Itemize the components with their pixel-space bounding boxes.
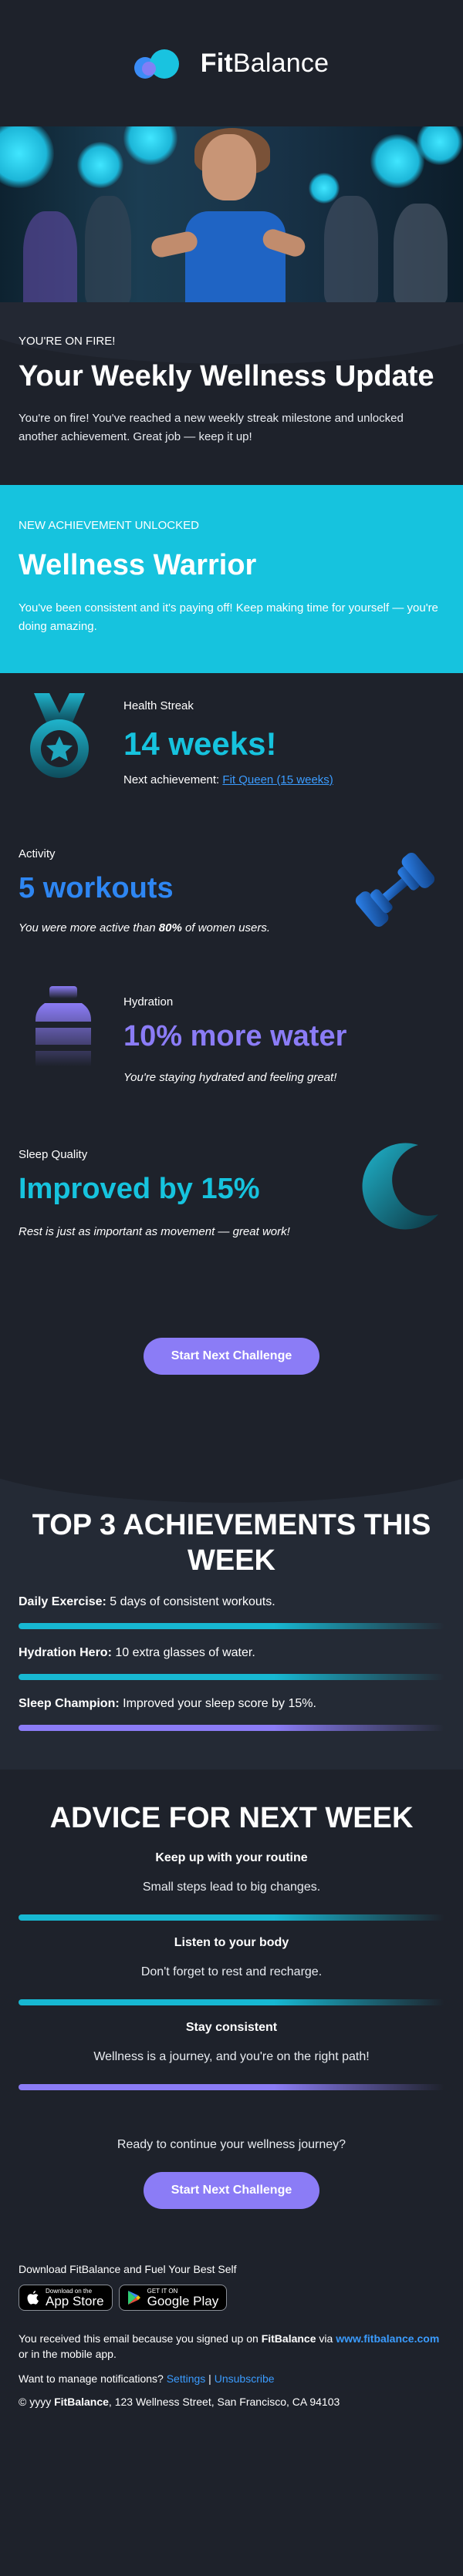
achievement-title: Wellness Warrior bbox=[19, 549, 257, 581]
sleep-block: Sleep Quality Improved by 15% Rest is ju… bbox=[0, 1143, 463, 1338]
advice-item: Listen to your body Don't forget to rest… bbox=[19, 1936, 444, 2005]
achievement-item: Hydration Hero: 10 extra glasses of wate… bbox=[19, 1646, 444, 1680]
medal-icon bbox=[30, 693, 89, 778]
health-streak-block: Health Streak 14 weeks! Next achievement… bbox=[0, 673, 463, 847]
water-bottle-icon bbox=[35, 986, 91, 1066]
google-play-badge[interactable]: GET IT ON Google Play bbox=[118, 2285, 228, 2311]
activity-value: 5 workouts bbox=[19, 872, 174, 904]
fitbalance-logo-icon bbox=[133, 48, 193, 79]
closing-text: Ready to continue your wellness journey? bbox=[117, 2138, 346, 2151]
brand-logo-text[interactable]: FitBalance bbox=[201, 49, 329, 79]
hero-image bbox=[0, 126, 463, 302]
activity-label: Activity bbox=[19, 847, 56, 860]
next-achievement: Next achievement: Fit Queen (15 weeks) bbox=[123, 773, 333, 786]
apple-icon bbox=[27, 2291, 39, 2305]
achievement-progress-bar bbox=[19, 1623, 444, 1629]
advice-item: Keep up with your routine Small steps le… bbox=[19, 1851, 444, 1921]
unsubscribe-link[interactable]: Unsubscribe bbox=[215, 2372, 275, 2385]
achievement-text: You've been consistent and it's paying o… bbox=[19, 601, 438, 633]
next-achievement-link[interactable]: Fit Queen (15 weeks) bbox=[222, 773, 333, 786]
top-achievements-section: TOP 3 ACHIEVEMENTS THIS WEEK Daily Exerc… bbox=[0, 1449, 463, 1770]
hydration-block: Hydration 10% more water You're staying … bbox=[0, 986, 463, 1148]
achievement-kicker: NEW ACHIEVEMENT UNLOCKED bbox=[19, 519, 199, 532]
streak-value: 14 weeks! bbox=[123, 726, 277, 762]
intro-text: You're on fire! You've reached a new wee… bbox=[19, 412, 404, 443]
hydration-label: Hydration bbox=[123, 995, 174, 1009]
top-achievements-title: TOP 3 ACHIEVEMENTS THIS WEEK bbox=[32, 1509, 431, 1577]
app-store-badge[interactable]: Download on the App Store bbox=[19, 2285, 113, 2311]
achievement-item: Sleep Champion: Improved your sleep scor… bbox=[19, 1697, 444, 1731]
achievement-progress-bar bbox=[19, 1674, 444, 1680]
sleep-sub: Rest is just as important as movement — … bbox=[19, 1225, 290, 1238]
achievement-progress-bar bbox=[19, 1725, 444, 1731]
intro-kicker: YOU'RE ON FIRE! bbox=[19, 335, 116, 348]
hydration-sub: You're staying hydrated and feeling grea… bbox=[123, 1071, 337, 1084]
moon-icon bbox=[362, 1143, 438, 1230]
download-text: Download FitBalance and Fuel Your Best S… bbox=[19, 2263, 237, 2275]
achievement-item: Daily Exercise: 5 days of consistent wor… bbox=[19, 1595, 444, 1629]
sleep-label: Sleep Quality bbox=[19, 1148, 88, 1161]
dumbbell-icon bbox=[355, 852, 435, 928]
advice-title: ADVICE FOR NEXT WEEK bbox=[49, 1802, 414, 1834]
email-footer: Download FitBalance and Fuel Your Best S… bbox=[0, 2232, 463, 2439]
google-play-icon bbox=[127, 2291, 140, 2305]
cta-wrapper-1: Start Next Challenge bbox=[0, 1338, 463, 1449]
signup-reason: You received this email because you sign… bbox=[19, 2332, 440, 2360]
streak-label: Health Streak bbox=[123, 699, 194, 712]
sleep-value: Improved by 15% bbox=[19, 1173, 260, 1205]
page-title: Your Weekly Wellness Update bbox=[19, 360, 434, 392]
website-link[interactable]: www.fitbalance.com bbox=[336, 2332, 439, 2345]
intro-section: YOU'RE ON FIRE! Your Weekly Wellness Upd… bbox=[0, 302, 463, 485]
advice-section: ADVICE FOR NEXT WEEK Keep up with your r… bbox=[0, 1770, 463, 2232]
start-next-challenge-button-2[interactable]: Start Next Challenge bbox=[143, 2172, 320, 2209]
email-page: FitBalance YOU'RE ON FIRE! Your Weekly W… bbox=[0, 0, 463, 2439]
manage-notifications: Want to manage notifications? Settings |… bbox=[19, 2372, 275, 2385]
new-achievement-banner: NEW ACHIEVEMENT UNLOCKED Wellness Warrio… bbox=[0, 485, 463, 673]
hydration-value: 10% more water bbox=[123, 1020, 347, 1052]
settings-link[interactable]: Settings bbox=[167, 2372, 206, 2385]
email-header: FitBalance bbox=[0, 0, 463, 126]
advice-item: Stay consistent Wellness is a journey, a… bbox=[19, 2021, 444, 2090]
activity-sub: You were more active than 80% of women u… bbox=[19, 921, 271, 934]
copyright: © yyyy FitBalance, 123 Wellness Street, … bbox=[19, 2396, 340, 2408]
start-next-challenge-button[interactable]: Start Next Challenge bbox=[143, 1338, 320, 1375]
activity-block: Activity 5 workouts You were more active… bbox=[0, 847, 463, 986]
